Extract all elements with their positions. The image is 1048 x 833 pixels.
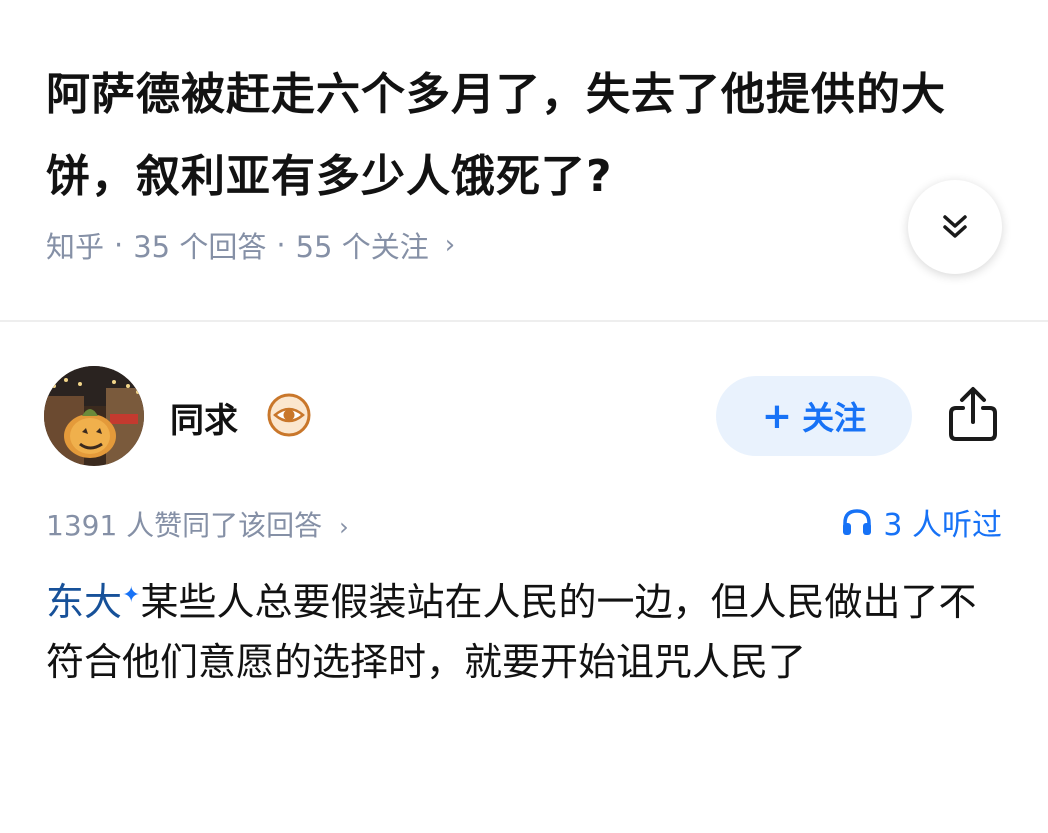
vote-count-text: 1391 人赞同了该回答 [46, 509, 323, 542]
share-icon[interactable] [944, 384, 1002, 444]
answers-count: 35 个回答 [133, 230, 267, 264]
expand-question-button[interactable] [908, 180, 1002, 274]
chevron-right-icon: › [444, 230, 456, 260]
vote-count-link[interactable]: 1391 人赞同了该回答 › [46, 504, 349, 544]
follow-label: 关注 [802, 399, 867, 437]
chevron-double-down-icon [943, 215, 967, 238]
section-divider [0, 320, 1048, 322]
followers-count: 55 个关注 [295, 230, 429, 264]
source-label: 知乎 [46, 230, 105, 264]
answer-body[interactable]: 东大✦某些人总要假装站在人民的一边，但人民做出了不符合他们意愿的选择时，就要开始… [46, 572, 1006, 692]
zhihu-answer-page: 阿萨德被赶走六个多月了，失去了他提供的大饼，叙利亚有多少人饿死了? 知乎 · 3… [0, 0, 1048, 833]
keyword-link[interactable]: 东大 [46, 580, 122, 624]
question-title[interactable]: 阿萨德被赶走六个多月了，失去了他提供的大饼，叙利亚有多少人饿死了? [46, 54, 986, 218]
follow-button[interactable]: + 关注 [716, 376, 912, 456]
headphones-icon [843, 509, 872, 535]
meta-separator: · [114, 228, 124, 262]
listen-count[interactable]: 3 人听过 [841, 500, 1002, 544]
author-name[interactable]: 同求 [170, 393, 238, 442]
sparkle-icon: ✦ [122, 583, 141, 608]
question-meta[interactable]: 知乎 · 35 个回答 · 55 个关注 › [46, 224, 455, 266]
eye-badge-icon [267, 393, 311, 437]
listen-count-text: 3 人听过 [883, 508, 1002, 543]
meta-separator: · [276, 228, 286, 262]
answer-text: 某些人总要假装站在人民的一边，但人民做出了不符合他们意愿的选择时，就要开始诅咒人… [46, 580, 977, 684]
author-avatar[interactable] [44, 366, 144, 466]
avatar-image [44, 366, 144, 466]
plus-icon: + [761, 395, 793, 437]
chevron-right-icon: › [339, 513, 349, 541]
